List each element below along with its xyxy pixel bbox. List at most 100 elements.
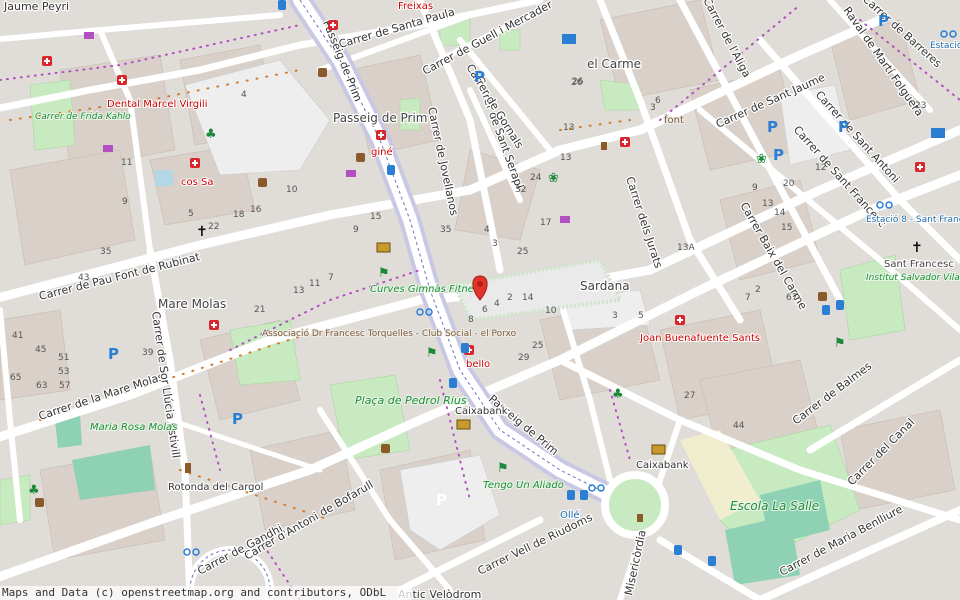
house-number: 13A [677,243,695,253]
station-label: Estació 12 - Plaça del Teatre [930,40,960,51]
house-number: 10 [286,185,298,195]
poi-label: Ollé [560,509,580,521]
roundabout [601,471,669,539]
house-number: 24 [530,173,542,183]
poi-label: cos Sa [181,177,213,188]
park-label: Escola La Salle [730,499,819,513]
poi-label: giné [371,146,393,158]
bus-stop-icon [278,0,286,10]
bank-label: Caixabank [636,460,689,471]
playground-icon: ♣ [28,483,40,498]
house-number: 13 [563,123,574,133]
house-number: 23 [915,101,926,111]
house-number: 9 [353,225,359,235]
house-number: 13 [762,199,773,209]
place-label: Sant Francesc [884,259,954,270]
house-number: 6 [482,305,488,315]
bank-icon [456,419,471,430]
park-label: Tengo Un Aliado [483,480,564,491]
bus-stop-icon [836,300,844,310]
house-number: 5 [188,209,194,219]
poi-label: bello [466,359,490,370]
fitness-icon: ⚑ [378,266,390,281]
shop-cart-icon [560,216,570,223]
bank-icon [376,242,391,253]
house-number: 29 [518,353,530,363]
place-label: Passeig de Prim [333,111,428,125]
house-number: 3 [612,311,618,321]
playground-icon: ♣ [205,127,217,142]
pharmacy-icon [376,130,386,140]
monument-icon [818,292,827,301]
park-label: Carrer de Frida Kahlo [35,112,131,122]
association-label: Associació Dr Francesc Torquelles - Club… [262,328,517,339]
house-number: 15 [370,212,381,222]
house-number: 12 [815,163,826,173]
house-number: 10 [545,306,557,316]
house-number: 9 [122,197,128,207]
place-label: el Carme [587,57,641,71]
house-number: 4 [484,225,490,235]
house-number: 14 [774,208,786,218]
bank-icon [651,444,666,455]
house-number: 14 [522,293,534,303]
shop-cart-icon [103,145,113,152]
pharmacy-icon [915,162,925,172]
park-label: Curves Gimnàs Fitness [370,283,484,295]
fountain-icon [637,514,643,522]
church-icon: ✝ [911,240,923,256]
street-label: Jaume Peyri [3,0,69,13]
bus-stop-icon [449,378,457,388]
house-number: 13 [560,153,571,163]
house-number: 7 [328,273,334,283]
house-number: 53 [58,367,69,377]
cafe-icon [381,444,390,453]
place-label: Sardana [580,279,630,293]
parking-icon: P [232,410,243,428]
bus-stop-icon [567,490,575,500]
church-icon: ✝ [196,224,208,240]
house-number: 4 [494,299,500,309]
house-number: 6 [655,96,661,106]
house-number: 5 [638,311,644,321]
house-number: 25 [517,247,528,257]
house-number: 18 [233,210,245,220]
house-number: 45 [35,345,46,355]
house-number: 3 [492,239,498,249]
poi-label: Dental Marcel Virgili [107,99,207,110]
house-number: 13 [293,286,304,296]
cafe-icon [35,498,44,507]
house-number: 39 [142,348,154,358]
house-number: 35 [440,225,451,235]
house-number: 35 [100,247,111,257]
pharmacy-icon [42,56,52,66]
bus-stop-icon [461,343,469,353]
house-number: 2 [507,293,513,303]
house-number: 11 [121,158,132,168]
library-icon [562,34,576,44]
bus-stop-icon [822,305,830,315]
house-number: 32 [515,185,526,195]
house-number: 9 [752,183,758,193]
park-paw-icon: ❀ [548,171,559,186]
house-number: 67 [786,293,797,303]
library-icon [931,128,945,138]
map-canvas[interactable]: Carrer de Pau Font de Rubinat Carrer de … [0,0,960,600]
map-view[interactable]: Carrer de Pau Font de Rubinat Carrer de … [0,0,960,600]
parking-icon: P [773,146,784,164]
house-number: 2 [755,285,761,295]
house-number: 11 [309,279,320,289]
station-label: Estació 8 - Sant Francesc [866,214,960,225]
house-number: 7 [745,293,751,303]
bus-stop-icon [674,545,682,555]
poi-label: Freixas [398,1,433,12]
place-label: Mare Molas [158,297,226,311]
bus-stop-icon [387,165,395,175]
pharmacy-icon [209,320,219,330]
fitness-icon: ⚑ [426,346,438,361]
map-attribution[interactable]: Maps and Data (c) openstreetmap.org and … [0,586,412,600]
house-number: 26 [571,78,583,88]
house-number: 41 [12,331,23,341]
shop-cart-icon [346,170,356,177]
poi-label: Joan Buenafuente Sants [639,333,760,344]
